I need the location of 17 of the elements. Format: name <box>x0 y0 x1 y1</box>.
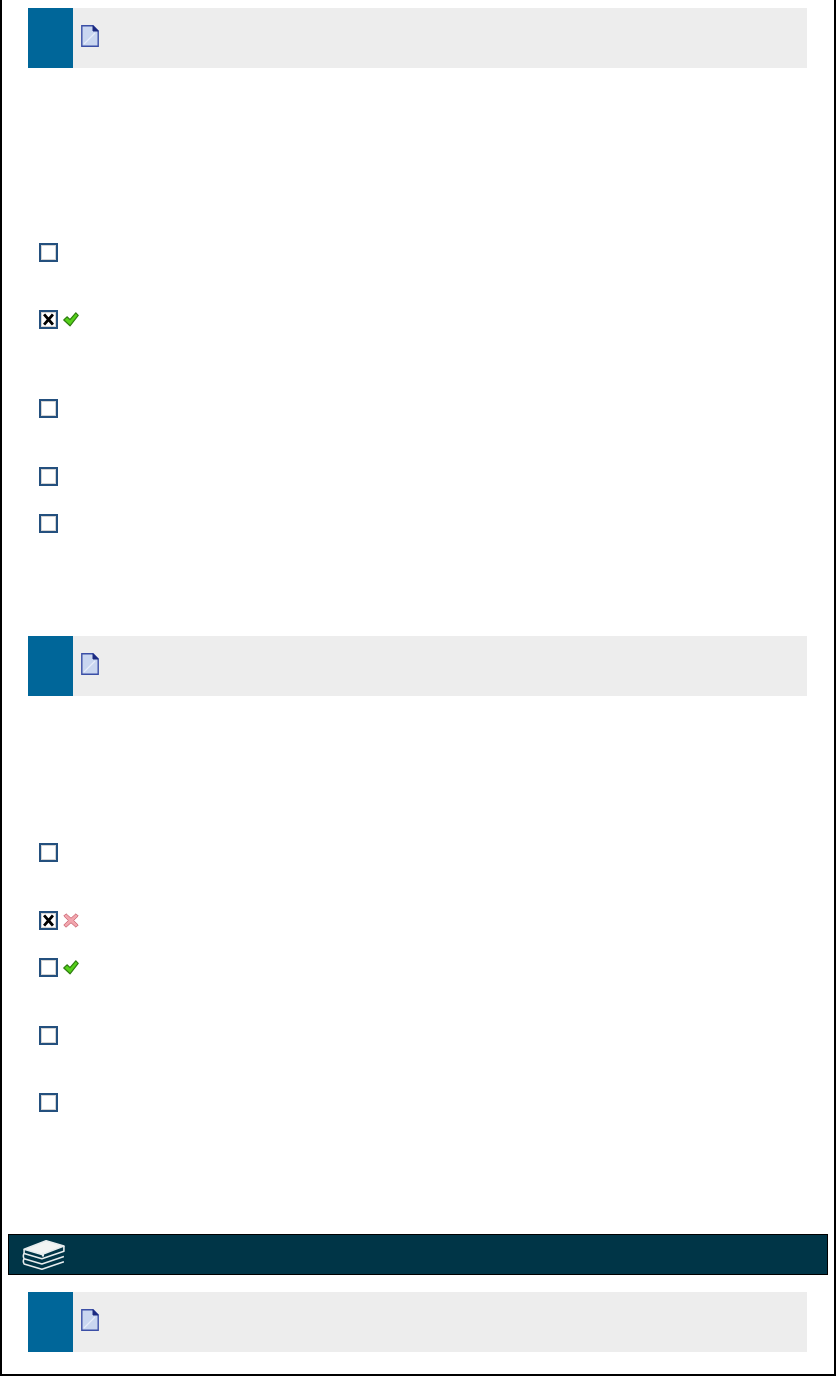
checkbox[interactable] <box>39 467 58 486</box>
checkbox[interactable] <box>39 310 58 329</box>
document-icon <box>81 1309 99 1331</box>
checkbox[interactable] <box>39 514 58 533</box>
accent-block <box>28 8 73 68</box>
checkbox[interactable] <box>39 1093 58 1112</box>
accent-block <box>28 1292 73 1352</box>
checkbox[interactable] <box>39 843 58 862</box>
accent-block <box>28 636 73 696</box>
book-stack-icon <box>22 1237 66 1272</box>
document-icon <box>81 653 99 675</box>
document-icon <box>81 25 99 47</box>
checkbox[interactable] <box>39 1026 58 1045</box>
checkbox[interactable] <box>39 399 58 418</box>
checkbox[interactable] <box>39 911 58 930</box>
checkbox[interactable] <box>39 243 58 262</box>
checkbox[interactable] <box>39 958 58 977</box>
